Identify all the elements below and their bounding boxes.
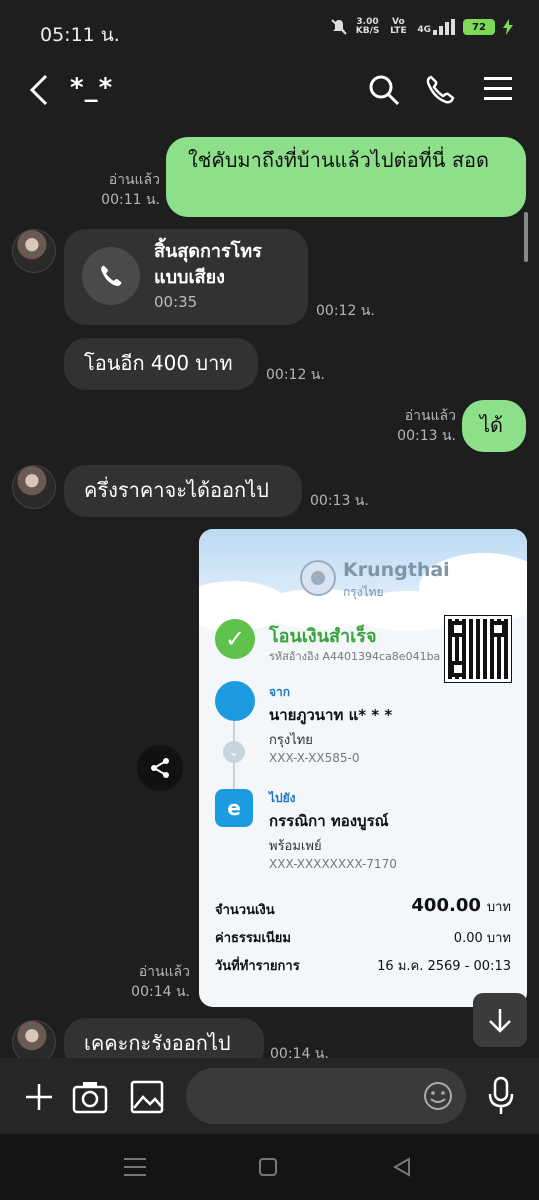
from-name: นายภูวนาท แ* * * bbox=[269, 706, 393, 724]
message-time: 00:13 น. bbox=[310, 493, 369, 509]
avatar[interactable] bbox=[12, 229, 56, 273]
promptpay-icon: e bbox=[215, 789, 253, 827]
message-time: 00:12 น. bbox=[266, 367, 325, 383]
fee-value: 0.00 บาท bbox=[453, 931, 511, 946]
phone-icon bbox=[101, 265, 122, 286]
fee-label: ค่าธรรมเนียม bbox=[215, 931, 291, 946]
transfer-slip-image[interactable]: Krungthai กรุงไทย ✓ โอนเงินสำเร็จ รหัสอ้… bbox=[199, 529, 527, 1007]
call-icon-circle bbox=[82, 247, 140, 305]
phone-icon[interactable] bbox=[424, 74, 456, 106]
qr-code bbox=[444, 615, 512, 683]
scroll-to-bottom-button[interactable] bbox=[473, 993, 527, 1047]
amount-label: จำนวนเงิน bbox=[215, 903, 275, 918]
message-meta: อ่านแล้ว 00:13 น. bbox=[397, 408, 456, 444]
amount-value: 400.00 บาท bbox=[411, 895, 511, 916]
call-bubble[interactable]: สิ้นสุดการโทรแบบเสียง 00:35 bbox=[64, 229, 308, 325]
to-bank: พร้อมเพย์ bbox=[269, 839, 322, 854]
arrow-down-icon bbox=[489, 1009, 511, 1033]
bank-icon bbox=[215, 681, 255, 721]
message-bubble-sent[interactable]: ใช่คับมาถึงที่บ้านแล้วไปต่อที่นี่ สอด bbox=[166, 137, 526, 217]
recents-icon[interactable] bbox=[124, 1157, 146, 1177]
status-bar: 05:11 น. 3.00 KB/S Vo LTE 4G 72 bbox=[0, 0, 539, 60]
chat-title: *_* bbox=[70, 73, 114, 103]
volte-indicator: Vo LTE bbox=[390, 17, 407, 36]
slip-header: Krungthai กรุงไทย bbox=[199, 529, 527, 631]
message-bubble-received[interactable]: ครึ่งราคาจะได้ออกไป bbox=[64, 465, 302, 517]
message-bubble-sent[interactable]: ได้ bbox=[462, 400, 526, 452]
charging-icon bbox=[503, 19, 513, 35]
scrollbar[interactable] bbox=[524, 212, 528, 262]
bank-name: Krungthai bbox=[343, 559, 450, 581]
battery-indicator: 72 bbox=[463, 19, 495, 35]
image-icon[interactable] bbox=[130, 1080, 164, 1114]
message-meta: อ่านแล้ว 00:14 น. bbox=[131, 964, 190, 1000]
avatar[interactable] bbox=[12, 465, 56, 509]
krungthai-logo-icon bbox=[300, 560, 336, 596]
menu-icon[interactable] bbox=[484, 76, 512, 102]
message-bubble-received[interactable]: โอนอีก 400 บาท bbox=[64, 338, 258, 390]
date-label: วันที่ทำรายการ bbox=[215, 959, 300, 974]
signal-icon bbox=[433, 19, 455, 35]
success-check-icon: ✓ bbox=[215, 619, 255, 659]
back-nav-icon[interactable] bbox=[392, 1157, 412, 1177]
camera-icon[interactable] bbox=[72, 1080, 108, 1114]
message-time: 00:12 น. bbox=[316, 303, 375, 319]
mute-icon bbox=[331, 19, 347, 35]
add-icon[interactable] bbox=[24, 1082, 54, 1112]
emoji-icon[interactable] bbox=[423, 1081, 453, 1111]
home-icon[interactable] bbox=[258, 1157, 278, 1177]
status-icons: 3.00 KB/S Vo LTE 4G 72 bbox=[330, 18, 513, 36]
share-icon bbox=[151, 758, 169, 778]
call-duration: 00:35 bbox=[154, 293, 198, 311]
signal-indicator: 4G bbox=[417, 19, 455, 35]
to-account: XXX-XXXXXXXX-7170 bbox=[269, 857, 397, 871]
from-label: จาก bbox=[269, 685, 291, 699]
mic-icon[interactable] bbox=[488, 1076, 514, 1116]
slip-status: โอนเงินสำเร็จ bbox=[269, 626, 377, 647]
net-speed: 3.00 KB/S bbox=[355, 17, 380, 36]
slip-ref: รหัสอ้างอิง A4401394ca8e041ba bbox=[269, 650, 441, 663]
from-bank: กรุงไทย bbox=[269, 733, 313, 748]
date-value: 16 ม.ค. 2569 - 00:13 bbox=[377, 959, 511, 974]
call-title: สิ้นสุดการโทรแบบเสียง bbox=[154, 241, 262, 288]
chevron-down-icon: ⌄ bbox=[223, 741, 245, 763]
back-icon[interactable] bbox=[28, 74, 50, 106]
status-time: 05:11 น. bbox=[40, 24, 120, 46]
message-meta: อ่านแล้ว 00:11 น. bbox=[101, 172, 160, 208]
share-button[interactable] bbox=[137, 745, 183, 791]
to-label: ไปยัง bbox=[269, 791, 296, 805]
bank-name-th: กรุงไทย bbox=[343, 585, 384, 599]
from-account: XXX-X-XX585-0 bbox=[269, 751, 360, 765]
search-icon[interactable] bbox=[368, 74, 400, 106]
to-name: กรรณิกา ทองบูรณ์ bbox=[269, 812, 389, 830]
